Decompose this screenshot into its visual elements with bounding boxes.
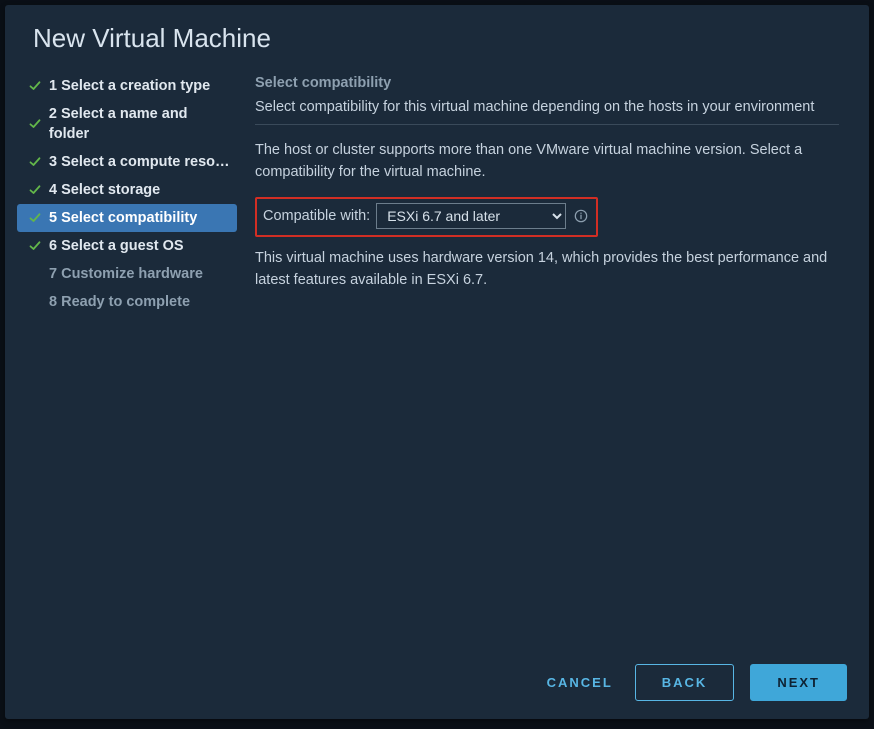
check-icon (27, 118, 43, 130)
back-button[interactable]: BACK (635, 664, 735, 701)
step-label: 4 Select storage (49, 180, 160, 200)
check-icon (27, 184, 43, 196)
compatibility-row: Compatible with: ESXi 6.7 and later (255, 197, 598, 237)
step-label: 6 Select a guest OS (49, 236, 184, 256)
wizard-step-1[interactable]: 1 Select a creation type (17, 72, 237, 100)
wizard-step-3[interactable]: 3 Select a compute reso… (17, 148, 237, 176)
step-label: 2 Select a name and folder (49, 104, 231, 144)
wizard-step-5[interactable]: 5 Select compatibility (17, 204, 237, 232)
wizard-sidebar: 1 Select a creation type 2 Select a name … (17, 72, 237, 650)
wizard-main: Select compatibility Select compatibilit… (237, 72, 857, 650)
step-label: 3 Select a compute reso… (49, 152, 230, 172)
section-subtitle: Select compatibility for this virtual ma… (255, 96, 839, 118)
section-title: Select compatibility (255, 72, 839, 94)
compatibility-label: Compatible with: (263, 205, 370, 227)
wizard-step-4[interactable]: 4 Select storage (17, 176, 237, 204)
step-label: 5 Select compatibility (49, 208, 197, 228)
step-label: 8 Ready to complete (49, 292, 190, 312)
section-divider (255, 124, 839, 125)
check-icon (27, 80, 43, 92)
new-vm-dialog: New Virtual Machine 1 Select a creation … (5, 5, 869, 719)
next-button[interactable]: NEXT (750, 664, 847, 701)
wizard-step-8: 8 Ready to complete (17, 288, 237, 316)
description-paragraph: This virtual machine uses hardware versi… (255, 247, 839, 291)
step-label: 7 Customize hardware (49, 264, 203, 284)
check-icon (27, 212, 43, 224)
dialog-footer: CANCEL BACK NEXT (5, 650, 869, 719)
info-icon[interactable] (574, 209, 588, 223)
dialog-body: 1 Select a creation type 2 Select a name … (5, 62, 869, 650)
wizard-step-2[interactable]: 2 Select a name and folder (17, 100, 237, 148)
check-icon (27, 240, 43, 252)
step-label: 1 Select a creation type (49, 76, 210, 96)
check-icon (27, 156, 43, 168)
wizard-step-7: 7 Customize hardware (17, 260, 237, 288)
intro-paragraph: The host or cluster supports more than o… (255, 139, 839, 183)
compatibility-select[interactable]: ESXi 6.7 and later (376, 203, 566, 229)
dialog-title: New Virtual Machine (5, 5, 869, 62)
cancel-button[interactable]: CANCEL (541, 665, 619, 700)
wizard-step-6[interactable]: 6 Select a guest OS (17, 232, 237, 260)
